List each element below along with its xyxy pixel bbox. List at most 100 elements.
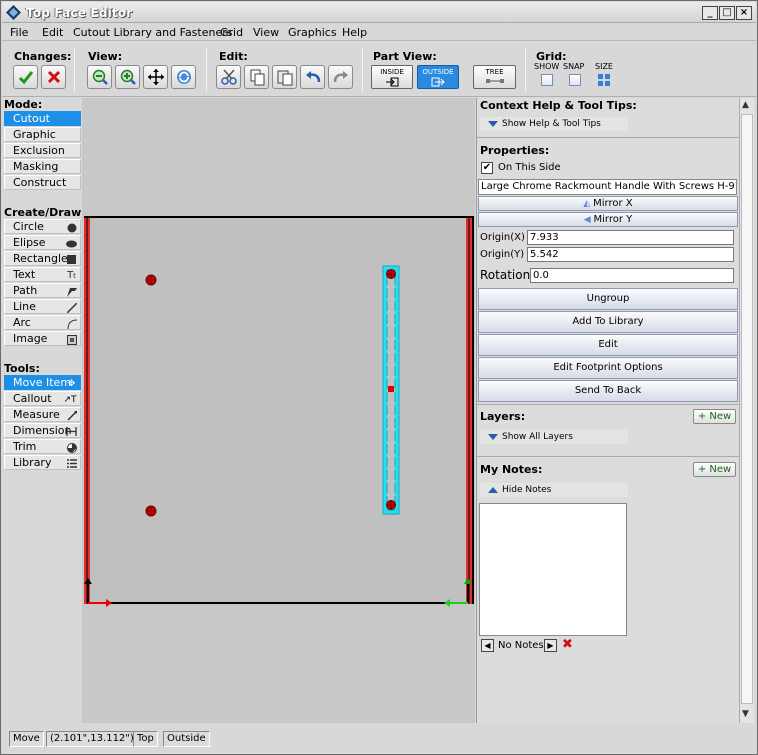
separator [206, 48, 207, 92]
ungroup-button[interactable]: Ungroup [478, 288, 738, 310]
on-this-side-checkbox[interactable]: ✔ [481, 162, 493, 174]
delete-note-button[interactable]: ✖ [562, 638, 573, 652]
tree-view-button[interactable]: TREE [473, 65, 516, 89]
redo-button[interactable] [328, 65, 353, 89]
origin-axes-left [84, 578, 112, 607]
cut-button[interactable] [216, 65, 241, 89]
send-to-back-button[interactable]: Send To Back [478, 380, 738, 402]
scroll-down-icon[interactable]: ▼ [742, 709, 749, 719]
mode-cutout[interactable]: Cutout [4, 111, 81, 126]
close-button[interactable]: × [736, 6, 752, 20]
hide-notes-toggle[interactable]: Hide Notes [480, 483, 628, 497]
menu-file[interactable]: File [10, 26, 28, 39]
screw-hole-bottom-left[interactable] [145, 505, 157, 517]
mode-construct[interactable]: Construct [4, 175, 81, 190]
copy-button[interactable] [244, 65, 269, 89]
part-name-field[interactable]: Large Chrome Rackmount Handle With Screw… [478, 179, 737, 195]
create-line[interactable]: Line [4, 299, 81, 314]
accept-changes-button[interactable] [13, 65, 38, 89]
edit-footprint-options-button[interactable]: Edit Footprint Options [478, 357, 738, 379]
part-view-label: Part View: [373, 50, 437, 63]
refresh-icon [176, 70, 191, 84]
rotation-input[interactable]: 0.0 [530, 268, 734, 283]
properties-scrollbar[interactable]: ▲ ▼ [739, 98, 754, 723]
tool-move-item[interactable]: Move Item ✥ [4, 375, 81, 390]
handle-origin-marker[interactable] [388, 386, 394, 392]
mode-exclusion[interactable]: Exclusion [4, 143, 81, 158]
inside-view-button[interactable]: INSIDE [371, 65, 413, 89]
scrollbar-thumb[interactable] [741, 114, 753, 704]
mode-graphic[interactable]: Graphic [4, 127, 81, 142]
grid-snap-toggle[interactable] [569, 74, 581, 86]
separator [362, 48, 363, 92]
mode-masking[interactable]: Masking [4, 159, 81, 174]
create-elipse[interactable]: Elipse [4, 235, 81, 250]
menu-view[interactable]: View [253, 26, 279, 39]
new-layer-button[interactable]: + New [693, 409, 736, 424]
new-note-button[interactable]: + New [693, 462, 736, 477]
grid-snap-label: SNAP [563, 62, 585, 71]
app-icon [6, 5, 21, 20]
refresh-button[interactable] [171, 65, 196, 89]
show-all-layers-toggle[interactable]: Show All Layers [480, 430, 628, 444]
create-text-label: Text [13, 268, 36, 281]
design-canvas[interactable] [82, 98, 475, 723]
mirror-y-button[interactable]: ◀ Mirror Y [478, 212, 738, 227]
menu-graphics[interactable]: Graphics [288, 26, 337, 39]
paste-button[interactable] [272, 65, 297, 89]
edit-button[interactable]: Edit [478, 334, 738, 356]
tool-library[interactable]: Library [4, 455, 81, 470]
create-text[interactable]: Text Tt [4, 267, 81, 282]
menu-bar: File Edit Cutout Library and Fasteners G… [2, 23, 756, 41]
screw-hole-top-left[interactable] [145, 274, 157, 286]
divider [477, 456, 739, 457]
tool-dimension[interactable]: Dimension [4, 423, 81, 438]
create-circle[interactable]: Circle [4, 219, 81, 234]
zoom-in-icon [120, 69, 136, 85]
maximize-button[interactable]: □ [719, 6, 735, 20]
changes-label: Changes: [14, 50, 72, 63]
menu-grid[interactable]: Grid [220, 26, 243, 39]
grid-show-toggle[interactable] [541, 74, 553, 86]
show-help-toggle[interactable]: Show Help & Tool Tips [480, 117, 628, 131]
mirror-x-button[interactable]: ◭ Mirror X [478, 196, 738, 211]
tool-dimension-label: Dimension [13, 424, 72, 437]
zoom-out-button[interactable] [87, 65, 112, 89]
move-icon: ✥ [67, 378, 76, 389]
zoom-in-button[interactable] [115, 65, 140, 89]
add-to-library-button[interactable]: Add To Library [478, 311, 738, 333]
mode-header: Mode: [4, 98, 43, 111]
create-arc[interactable]: Arc [4, 315, 81, 330]
pan-button[interactable] [143, 65, 168, 89]
tool-callout[interactable]: Callout ↗T [4, 391, 81, 406]
scroll-up-icon[interactable]: ▲ [742, 100, 749, 110]
create-path[interactable]: Path [4, 283, 81, 298]
move-arrows-icon [147, 69, 164, 85]
origin-x-input[interactable]: 7.933 [527, 230, 734, 245]
triangle-left-icon: ◀ [484, 641, 491, 650]
undo-button[interactable] [300, 65, 325, 89]
create-rectangle-label: Rectangle [13, 252, 68, 265]
menu-help[interactable]: Help [342, 26, 367, 39]
origin-y-input[interactable]: 5.542 [527, 247, 734, 262]
notes-textarea[interactable] [479, 503, 627, 636]
next-note-button[interactable]: ▶ [544, 639, 557, 652]
outside-view-button[interactable]: OUTSIDE [417, 65, 459, 89]
previous-note-button[interactable]: ◀ [481, 639, 494, 652]
tree-label: TREE [485, 68, 504, 76]
create-rectangle[interactable]: Rectangle [4, 251, 81, 266]
discard-changes-button[interactable] [41, 65, 66, 89]
dimension-icon [66, 426, 77, 437]
tool-trim[interactable]: Trim [4, 439, 81, 454]
title-bar: Top Face Editor _ □ × [2, 2, 756, 23]
grid-size-button[interactable] [598, 74, 610, 86]
callout-icon: ↗T [63, 394, 77, 405]
tool-measure[interactable]: Measure [4, 407, 81, 422]
mirror-y-label: Mirror Y [593, 214, 633, 225]
menu-edit[interactable]: Edit [42, 26, 63, 39]
menu-cutout-library[interactable]: Cutout Library and Fasteners [73, 26, 233, 39]
selected-handle-cutout[interactable] [382, 265, 400, 515]
tools-header: Tools: [4, 362, 40, 375]
minimize-button[interactable]: _ [702, 6, 718, 20]
create-image[interactable]: Image [4, 331, 81, 346]
